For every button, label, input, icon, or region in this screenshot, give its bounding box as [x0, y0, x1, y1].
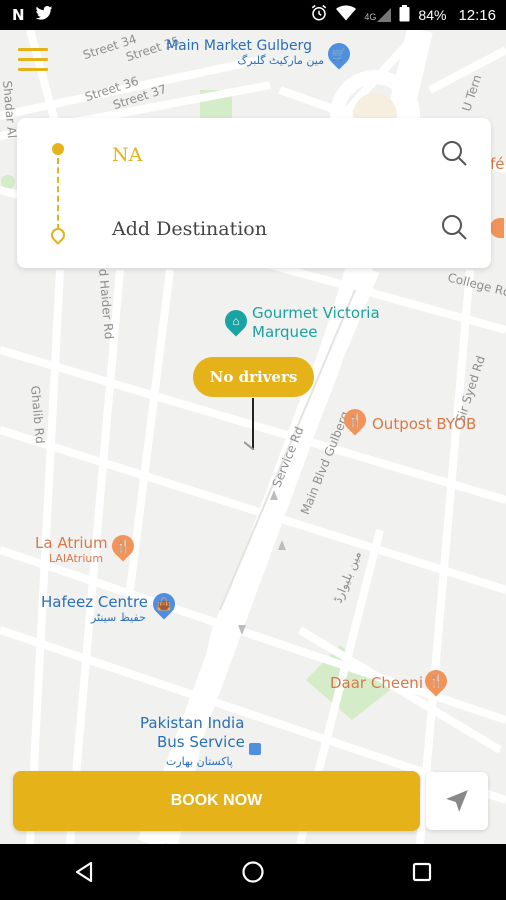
signal-4g-icon: 4G [364, 8, 392, 22]
back-button[interactable] [54, 844, 114, 900]
pickup-pin-shadow [244, 441, 255, 450]
gourmet-marker-icon: ⌂ [220, 305, 252, 337]
poi-gourmet[interactable]: Gourmet Victoria Marquee [252, 304, 380, 342]
poi-urdu: پاکستان بھارت [166, 755, 233, 768]
clock: 12:16 [458, 6, 496, 24]
status-bar: N 4G 84% 12:16 [0, 0, 506, 30]
home-circle-icon [242, 861, 264, 883]
battery-percent: 84% [418, 7, 447, 23]
poi-name-line2: Marquee [252, 323, 318, 341]
recents-button[interactable] [392, 844, 452, 900]
route-line [57, 158, 59, 230]
book-now-button[interactable]: BOOK NOW [13, 771, 420, 831]
origin-field[interactable]: NA [112, 144, 142, 166]
battery-icon [399, 4, 410, 26]
alarm-icon [310, 4, 328, 26]
shopping-cart-icon: 🛒 [323, 38, 355, 70]
system-nav-bar [0, 844, 506, 900]
restaurant-marker-icon: 🍴 [420, 665, 452, 697]
poi-urdu: حفیظ سینٹر [91, 611, 146, 624]
poi-hafeez[interactable]: Hafeez Centre حفیظ سینٹر [41, 593, 148, 624]
recents-square-icon [412, 862, 431, 882]
n-notification-icon: N [12, 6, 25, 24]
poi-la-atrium[interactable]: La Atrium LAIAtrium [35, 534, 108, 565]
back-triangle-icon [76, 861, 93, 883]
poi-name: Main Market Gulberg [166, 38, 312, 54]
poi-cafe-partial: fé [490, 155, 505, 173]
poi-main-market[interactable]: Main Market Gulberg مین مارکیٹ گلبرگ [166, 38, 324, 67]
shopping-bag-icon: 👜 [148, 588, 180, 620]
home-button[interactable] [223, 844, 283, 900]
poi-daar-cheeni[interactable]: Daar Cheeni [330, 674, 423, 692]
search-icon[interactable] [441, 214, 467, 240]
menu-icon[interactable] [18, 48, 48, 74]
wifi-icon [336, 5, 357, 25]
poi-name: Gourmet Victoria [252, 304, 380, 322]
restaurant-marker-icon: 🍴 [339, 404, 371, 436]
bus-stop-icon [249, 743, 261, 755]
trip-card: NA Add Destination [17, 118, 491, 268]
destination-field[interactable]: Add Destination [112, 218, 267, 240]
no-drivers-badge: No drivers [193, 357, 314, 397]
poi-outpost[interactable]: Outpost BYOB [372, 415, 476, 433]
poi-subname: LAIAtrium [49, 552, 104, 565]
search-icon[interactable] [441, 140, 467, 166]
twitter-icon [35, 6, 53, 24]
origin-dot-icon [52, 143, 64, 155]
poi-name: Pakistan India [140, 714, 245, 732]
poi-pakistan-india[interactable]: Pakistan India Bus Service پاکستان بھارت [140, 714, 245, 771]
poi-name-line2: Bus Service [157, 733, 245, 751]
destination-pin-icon [48, 225, 68, 245]
restaurant-marker-icon: 🍴 [107, 530, 139, 562]
navigation-arrow-icon [446, 790, 468, 812]
my-location-button[interactable] [426, 772, 488, 830]
restaurant-marker-icon [490, 218, 504, 238]
poi-name: La Atrium [35, 534, 108, 552]
poi-urdu: مین مارکیٹ گلبرگ [237, 54, 324, 67]
poi-name: Hafeez Centre [41, 593, 149, 611]
